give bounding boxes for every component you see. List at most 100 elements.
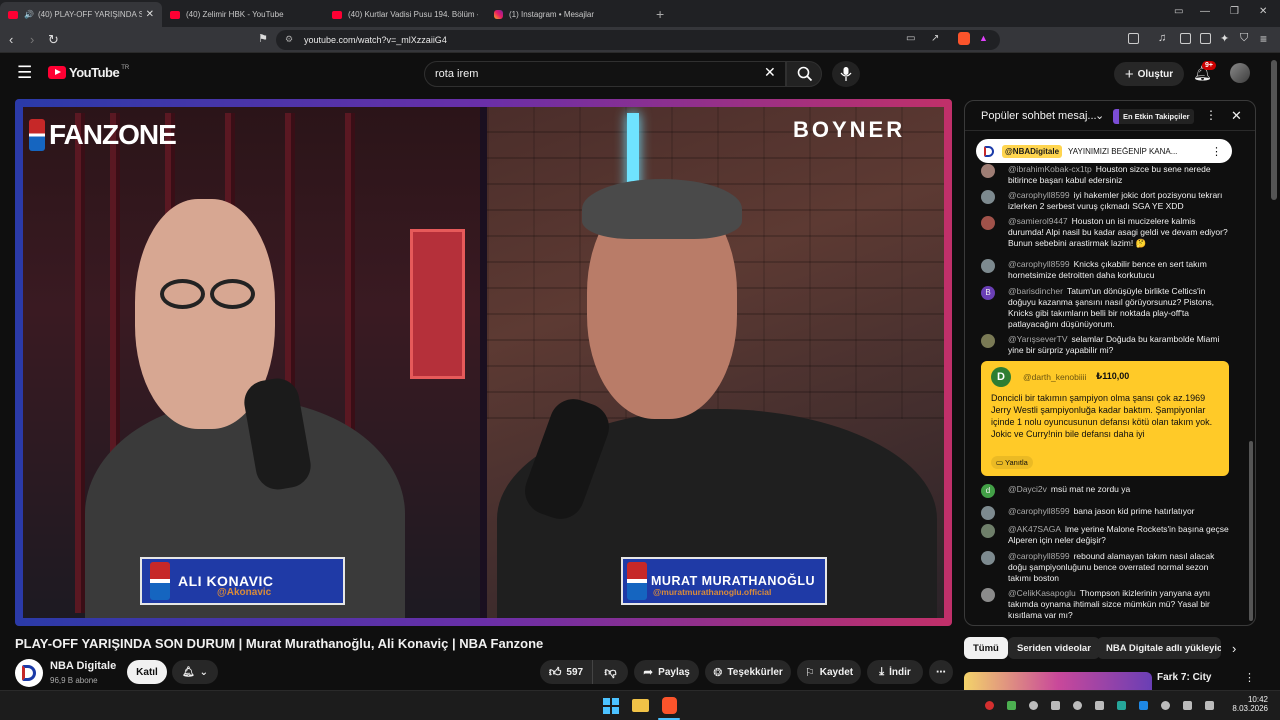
chat-message[interactable]: @carophyll8599 bana jason kid prime hatır… [981,506,1231,520]
chat-message[interactable]: @YarışseverTV selamlar Doğuda bu karambol… [981,334,1231,356]
tray-app-icon[interactable] [1095,701,1104,710]
top-fans-badge[interactable]: En Etkin Takipçiler [1113,109,1194,124]
new-tab-icon[interactable]: + [656,6,664,22]
bookmark-icon[interactable]: ⚑ [258,32,268,45]
like-button[interactable]: 👍︎ 597 [540,660,592,684]
music-icon[interactable]: ♫ [1158,32,1166,44]
brave-browser-icon[interactable] [662,697,677,714]
sidebar-icon[interactable] [1128,33,1139,44]
clock[interactable]: 10:42 8.03.2026 [1232,695,1268,713]
reload-icon[interactable]: ↻ [48,32,59,48]
chat-message[interactable]: @CelikKasapoglu Thompson ikizlerinin yany… [981,588,1231,621]
download-button[interactable]: ⤓ İndir [867,660,923,684]
chat-message[interactable]: B @barisdincher Tatum'un dönüşüyle birlik… [981,286,1231,330]
window-close-icon[interactable]: ✕ [1259,6,1267,17]
start-button-icon[interactable] [603,698,619,714]
forward-icon[interactable]: › [30,32,34,47]
notifications-button[interactable]: 🔔︎ 9+ [1193,61,1216,83]
tray-app-icon[interactable] [1029,701,1038,710]
tray-app-icon[interactable] [985,701,994,710]
tray-app-icon[interactable] [1073,701,1082,710]
chat-message[interactable]: @carophyll8599 rebound alamayan takım nas… [981,551,1231,584]
clear-search-icon[interactable]: ✕ [764,64,776,81]
account-avatar[interactable] [1230,63,1250,83]
super-chat-message[interactable]: D @darth_kenobiiii ₺110,00 Doncicli bir … [981,361,1229,476]
chat-message[interactable]: @ibrahimKobak-cx1tp Houston sizce bu sene… [981,164,1231,186]
save-button[interactable]: ⚐ Kaydet [797,660,861,684]
menu-icon[interactable]: ≡ [1260,32,1267,46]
save-label: Kaydet [819,666,854,678]
tab-search-icon[interactable]: ▭ [1174,6,1183,17]
brave-rewards-icon[interactable]: ▲ [979,33,988,43]
recommended-thumbnail[interactable] [964,672,1152,690]
hamburger-menu-icon[interactable]: ☰ [17,63,32,83]
volume-icon[interactable] [1205,701,1214,710]
network-icon[interactable] [1183,701,1192,710]
dislike-button[interactable]: 👎︎ [592,660,628,684]
chevron-right-icon[interactable]: › [1232,641,1236,656]
back-icon[interactable]: ‹ [9,32,13,47]
microphone-tray-icon[interactable] [1161,701,1170,710]
filter-chip-all[interactable]: Tümü [964,637,1008,659]
thanks-button[interactable]: ❂ Teşekkürler [705,660,791,684]
right-guest-name: MURAT MURATHANOĞLU [651,574,816,588]
voice-search-button[interactable] [832,61,860,87]
speaker-icon[interactable]: 🔊 [24,10,34,19]
thumbs-up-icon: 👍︎ [548,664,562,679]
youtube-logo[interactable]: YouTube TR [48,65,129,80]
vpn-shield-icon[interactable]: ⛉ [1240,32,1248,45]
site-info-icon[interactable]: ⚙ [285,34,293,45]
chat-message[interactable]: @samierol9447 Houston un isi mucizelere k… [981,216,1231,249]
share-page-icon[interactable]: ↗ [931,33,939,44]
chat-header: Popüler sohbet mesaj... ⌄ En Etkin Takip… [965,101,1255,131]
reply-button[interactable]: ▭ Yanıtla [991,456,1033,469]
youtube-favicon-icon [170,10,180,19]
tray-app-icon[interactable] [1007,701,1016,710]
url-field[interactable]: ⚙ youtube.com/watch?v=_mlXzzaiiG4 ▭ ↗ ▲ [276,30,1000,50]
wallet-icon[interactable] [1200,33,1211,44]
tray-app-icon[interactable] [1139,701,1148,710]
tab-close-icon[interactable]: ✕ [146,9,154,20]
tray-app-icon[interactable] [1117,701,1126,710]
video-player[interactable]: FANZONE ALI KONAVIC @Akonavic BOYNER MUR… [15,99,952,626]
chat-more-icon[interactable]: ⋮ [1205,108,1217,122]
pinned-message[interactable]: @NBADigitale YAYINIMIZI BEĞENİP KANA... … [976,139,1232,163]
chat-scrollbar[interactable] [1249,441,1253,621]
chat-message[interactable]: @carophyll8599 Knicks çıkabilir bence en … [981,259,1231,281]
subscribe-notify-button[interactable]: 🔔︎ ⌄ [172,660,218,684]
recommended-more-icon[interactable]: ⋮ [1244,671,1255,684]
file-explorer-icon[interactable] [632,699,649,712]
cast-icon[interactable]: ▭ [906,33,915,44]
reader-icon[interactable] [1180,33,1191,44]
chat-message[interactable]: @carophyll8599 iyi hakemler jokic dort po… [981,190,1231,212]
leo-ai-icon[interactable]: ✦ [1220,32,1229,45]
chevron-down-icon[interactable]: ⌄ [1095,109,1104,122]
chat-message[interactable]: d @Dayci2v msü mat ne zordu ya [981,484,1231,498]
chat-message[interactable]: @AK47SAGA lme yerine Malone Rockets'in ba… [981,524,1231,546]
recommended-title[interactable]: Fark 7: City [1157,672,1211,683]
maximize-icon[interactable]: ❐ [1230,6,1239,17]
filter-chip-series[interactable]: Seriden videolar [1008,637,1100,659]
brave-shields-icon[interactable] [958,32,970,45]
download-label: İndir [889,666,911,678]
chat-close-icon[interactable]: ✕ [1231,108,1242,124]
more-actions-button[interactable]: ⋯ [929,660,953,684]
pinned-more-icon[interactable]: ⋮ [1211,145,1222,158]
search-button[interactable] [786,61,822,87]
tray-app-icon[interactable] [1051,701,1060,710]
browser-tab-1[interactable]: 🔊 (40) PLAY-OFF YARIŞINDA SO ✕ [0,2,162,27]
browser-tab-3[interactable]: (40) Kurtlar Vadisi Pusu 194. Bölüm - [324,2,486,27]
channel-name[interactable]: NBA Digitale [50,660,116,672]
chat-mode-selector[interactable]: Popüler sohbet mesaj... [981,110,1097,122]
download-icon: ⤓ [879,665,885,678]
browser-tab-4[interactable]: (1) Instagram • Mesajlar [486,2,648,27]
page-scrollbar[interactable] [1271,60,1277,200]
filter-chip-uploader[interactable]: NBA Digitale adlı yükleyici [1097,637,1221,659]
share-button[interactable]: ➦ Paylaş [634,660,699,684]
join-button[interactable]: Katıl [127,660,167,684]
minimize-icon[interactable]: — [1200,6,1210,17]
browser-tab-2[interactable]: (40) Zelimir HBK - YouTube [162,2,324,27]
create-button[interactable]: + Oluştur [1114,62,1184,86]
search-input[interactable] [424,61,786,87]
channel-avatar[interactable] [15,659,43,687]
